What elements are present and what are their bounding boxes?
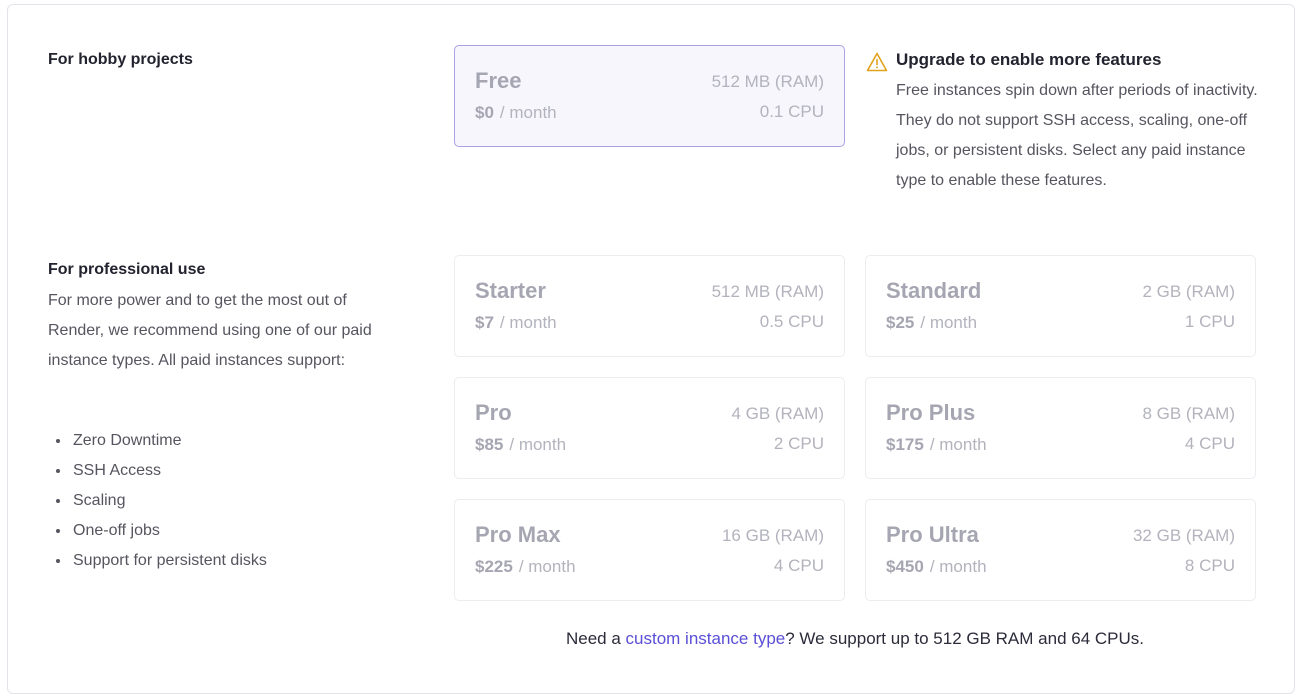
instance-card-pro-max[interactable]: Pro Max $225 / month 16 GB (RAM) 4 CPU: [454, 499, 845, 601]
footer-suffix: ? We support up to 512 GB RAM and 64 CPU…: [785, 629, 1144, 648]
professional-section-title: For professional use: [48, 261, 206, 278]
instance-cpu: 4 CPU: [1184, 434, 1235, 453]
price-period: / month: [929, 557, 987, 576]
instance-card-starter[interactable]: Starter $7 / month 512 MB (RAM) 0.5 CPU: [454, 255, 845, 357]
instance-card-pro[interactable]: Pro $85 / month 4 GB (RAM) 2 CPU: [454, 377, 845, 479]
instance-card-free[interactable]: Free $0 / month 512 MB (RAM) 0.1 CPU: [454, 45, 845, 147]
instance-price: $0 / month: [475, 103, 557, 123]
instance-name: Pro Max: [475, 522, 561, 547]
instance-ram: 2 GB (RAM): [1142, 282, 1235, 301]
instance-cpu: 0.5 CPU: [759, 312, 824, 331]
instance-card-pro-ultra[interactable]: Pro Ultra $450 / month 32 GB (RAM) 8 CPU: [865, 499, 1256, 601]
instance-ram: 16 GB (RAM): [721, 526, 824, 545]
instance-price: $25 / month: [886, 313, 977, 333]
instance-price: $450 / month: [886, 557, 987, 577]
instance-card-pro-plus[interactable]: Pro Plus $175 / month 8 GB (RAM) 4 CPU: [865, 377, 1256, 479]
price-period: / month: [920, 313, 978, 332]
instance-ram: 8 GB (RAM): [1142, 404, 1235, 423]
instance-cpu: 4 CPU: [773, 556, 824, 575]
instance-ram: 4 GB (RAM): [731, 404, 824, 423]
instance-price: $7 / month: [475, 313, 557, 333]
price-amount: $85: [475, 435, 504, 454]
price-amount: $450: [886, 557, 924, 576]
price-period: / month: [499, 103, 557, 122]
instance-cpu: 2 CPU: [773, 434, 824, 453]
warning-title: Upgrade to enable more features: [896, 50, 1162, 69]
price-amount: $0: [475, 103, 494, 122]
price-amount: $175: [886, 435, 924, 454]
feature-list: Zero Downtime SSH Access Scaling One-off…: [48, 426, 267, 576]
warning-body: Free instances spin down after periods o…: [896, 82, 1258, 189]
hobby-section-title: For hobby projects: [48, 51, 193, 68]
custom-instance-note: Need a custom instance type? We support …: [454, 629, 1256, 649]
price-period: / month: [929, 435, 987, 454]
footer-prefix: Need a: [565, 629, 626, 648]
instance-name: Free: [475, 68, 522, 93]
feature-item: SSH Access: [48, 456, 267, 486]
instance-card-standard[interactable]: Standard $25 / month 2 GB (RAM) 1 CPU: [865, 255, 1256, 357]
instance-name: Starter: [475, 278, 546, 303]
instance-price: $85 / month: [475, 435, 566, 455]
price-period: / month: [518, 557, 576, 576]
instance-name: Pro: [475, 400, 512, 425]
instance-ram: 512 MB (RAM): [711, 282, 824, 301]
price-amount: $225: [475, 557, 513, 576]
instance-name: Pro Plus: [886, 400, 976, 425]
instance-ram: 32 GB (RAM): [1132, 526, 1235, 545]
instance-cpu: 1 CPU: [1184, 312, 1235, 331]
custom-instance-type-link[interactable]: custom instance type: [626, 629, 786, 648]
instance-cpu: 0.1 CPU: [759, 102, 824, 121]
instance-cpu: 8 CPU: [1184, 556, 1235, 575]
price-period: / month: [509, 435, 567, 454]
feature-item: Scaling: [48, 486, 267, 516]
price-amount: $7: [475, 313, 494, 332]
feature-item: Support for persistent disks: [48, 546, 267, 576]
instance-price: $175 / month: [886, 435, 987, 455]
instance-ram: 512 MB (RAM): [711, 72, 824, 91]
price-amount: $25: [886, 313, 915, 332]
feature-item: One-off jobs: [48, 516, 267, 546]
professional-description: For more power and to get the most out o…: [48, 292, 372, 369]
instance-price: $225 / month: [475, 557, 576, 577]
price-period: / month: [499, 313, 557, 332]
instance-name: Standard: [886, 278, 982, 303]
feature-item: Zero Downtime: [48, 426, 267, 456]
warning-triangle-icon: [866, 52, 888, 72]
instance-name: Pro Ultra: [886, 522, 979, 547]
